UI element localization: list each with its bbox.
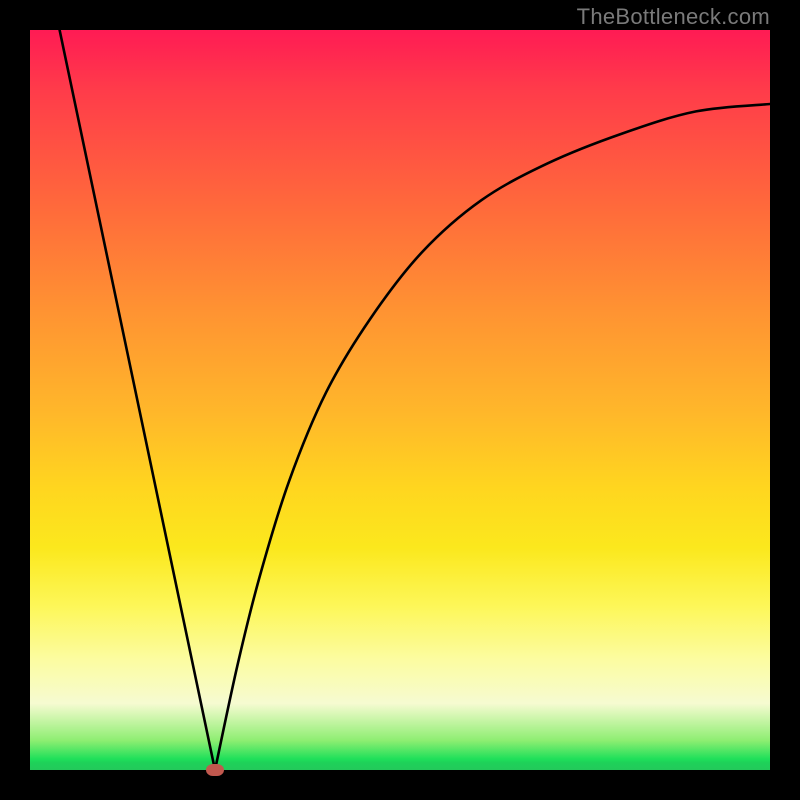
bottleneck-curve <box>30 30 770 770</box>
watermark-text: TheBottleneck.com <box>577 4 770 30</box>
chart-frame: TheBottleneck.com <box>0 0 800 800</box>
curve-path <box>60 30 770 770</box>
plot-area <box>30 30 770 770</box>
minimum-marker <box>206 764 224 776</box>
